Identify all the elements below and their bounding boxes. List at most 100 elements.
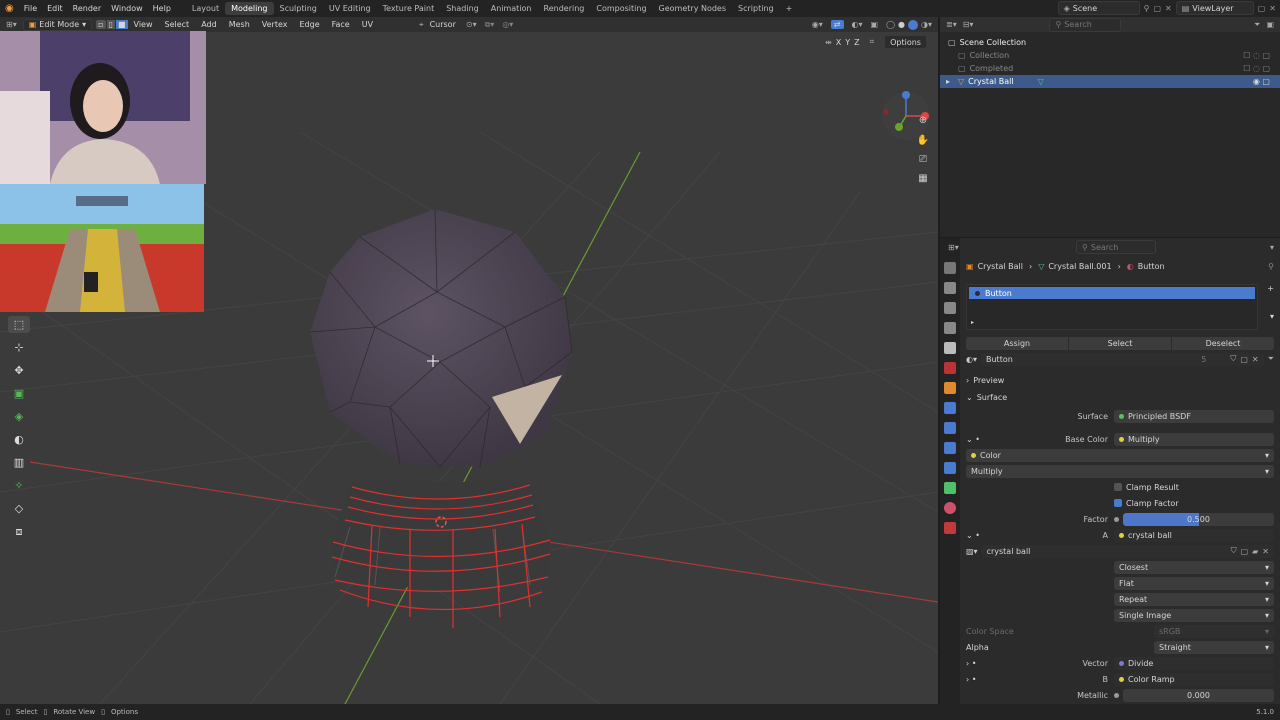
select-button[interactable]: Select [1069, 336, 1171, 350]
filter-icon[interactable]: ⏷ [1254, 20, 1260, 30]
fake-user-icon[interactable]: ⛉ [1231, 546, 1237, 556]
material-shading-icon[interactable] [908, 19, 918, 30]
dropdown-icon[interactable]: ▾ [1270, 243, 1274, 252]
extrude-icon[interactable]: ▣ [8, 385, 30, 402]
blend-mode-dropdown[interactable]: Multiply ▾ [966, 464, 1274, 478]
collection-row[interactable]: ▢ Collection ☐ ◌ ▢ [940, 49, 1280, 62]
perspective-grid-icon[interactable]: ▦ [915, 170, 931, 186]
mirror-x-toggle[interactable]: X [836, 38, 841, 47]
pivot-point-icon[interactable]: ⊙▾ [466, 20, 477, 29]
menu-window[interactable]: Window [106, 4, 148, 13]
scene-collection-row[interactable]: ▢ Scene Collection [940, 36, 1280, 49]
tab-texture-paint[interactable]: Texture Paint [377, 2, 441, 15]
close-layer-icon[interactable]: ✕ [1269, 4, 1276, 13]
vertex-select-icon[interactable]: ▫ [96, 20, 106, 29]
material-tab-icon[interactable] [944, 502, 956, 514]
tool-tab-icon[interactable] [944, 262, 956, 274]
edge-select-icon[interactable]: ▯ [106, 20, 115, 29]
display-mode-icon[interactable]: ⊟▾ [963, 20, 974, 29]
add-slot-icon[interactable]: + [1267, 284, 1274, 293]
menu-uv[interactable]: UV [356, 20, 379, 29]
output-tab-icon[interactable] [944, 302, 956, 314]
tab-compositing[interactable]: Compositing [590, 2, 652, 15]
mirror-z-toggle[interactable]: Z [854, 38, 859, 47]
material-browse-icon[interactable]: ◐▾ [966, 355, 977, 364]
scene-tab-icon[interactable] [944, 342, 956, 354]
select-box-icon[interactable]: ⬚ [8, 316, 30, 333]
copy-scene-icon[interactable]: ▢ [1153, 4, 1161, 13]
crystal-ball-row[interactable]: ▸ ▽ Crystal Ball ▽ ◉ ▢ [940, 75, 1280, 88]
expand-arrow-icon[interactable]: ▸ [946, 77, 950, 86]
tab-animation[interactable]: Animation [485, 2, 538, 15]
menu-file[interactable]: File [19, 4, 42, 13]
tab-modeling[interactable]: Modeling [225, 2, 274, 15]
expand-arrow-icon[interactable]: › • [966, 659, 976, 668]
camera-view-icon[interactable]: ⎚ [915, 151, 931, 167]
menu-help[interactable]: Help [148, 4, 176, 13]
deselect-button[interactable]: Deselect [1172, 336, 1274, 350]
menu-vertex[interactable]: Vertex [256, 20, 294, 29]
alpha-dropdown[interactable]: Straight ▾ [1154, 640, 1274, 654]
copy-layer-icon[interactable]: ▢ [1258, 4, 1266, 13]
modifier-tab-icon[interactable] [944, 402, 956, 414]
extension-dropdown[interactable]: Repeat ▾ [1114, 592, 1274, 606]
tab-layout[interactable]: Layout [186, 2, 225, 15]
render-tab-icon[interactable] [944, 282, 956, 294]
xray-icon[interactable]: ▣ [871, 20, 879, 29]
menu-select[interactable]: Select [159, 20, 196, 29]
duplicate-icon[interactable]: ▢ [1240, 355, 1248, 364]
cursor-tool-icon[interactable]: ⊹ [8, 339, 30, 356]
face-select-icon[interactable]: ■ [115, 20, 128, 29]
material-name-field[interactable]: Button 5 ⛉ ▢ ✕ [981, 352, 1264, 366]
surface-shader-field[interactable]: Principled BSDF [1114, 409, 1274, 423]
metallic-slider[interactable]: 0.000 [1123, 688, 1274, 702]
wireframe-shading-icon[interactable]: ◯ [886, 20, 895, 29]
options-button[interactable]: Options [884, 35, 927, 49]
collapse-arrow-icon[interactable]: ⌄ • [966, 531, 980, 540]
pin-icon[interactable]: ⚲ [1268, 262, 1274, 271]
menu-edit[interactable]: Edit [42, 4, 68, 13]
view-layer-tab-icon[interactable] [944, 322, 956, 334]
assign-button[interactable]: Assign [966, 336, 1068, 350]
pivot-selector[interactable]: Cursor [424, 20, 462, 29]
scene-selector[interactable]: ◈ Scene [1057, 1, 1140, 15]
slot-menu-icon[interactable]: ▾ [1270, 312, 1274, 321]
rendered-shading-icon[interactable]: ◑▾ [921, 20, 932, 29]
color-type-dropdown[interactable]: Color ▾ [966, 448, 1274, 462]
filter-icon[interactable]: ⏷ [1268, 354, 1274, 364]
overlays-icon[interactable]: ◐▾ [852, 20, 863, 29]
move-tool-icon[interactable]: ✥ [8, 362, 30, 379]
gizmo-toggle-icon[interactable]: ⇄ [830, 20, 844, 29]
image-browse-icon[interactable]: ▨▾ [966, 547, 978, 556]
menu-face[interactable]: Face [326, 20, 356, 29]
view-layer-selector[interactable]: ▤ ViewLayer [1175, 1, 1254, 15]
snap-icon[interactable]: ⧉▾ [485, 20, 495, 30]
collapse-arrow-icon[interactable]: ⌄ • [966, 435, 980, 444]
duplicate-icon[interactable]: ▢ [1241, 547, 1249, 556]
pan-hand-icon[interactable]: ✋ [915, 132, 931, 148]
unlink-icon[interactable]: ✕ [1252, 355, 1259, 364]
add-workspace-icon[interactable]: + [780, 2, 799, 15]
projection-dropdown[interactable]: Flat ▾ [1114, 576, 1274, 590]
physics-tab-icon[interactable] [944, 442, 956, 454]
preview-panel-header[interactable]: › Preview [966, 373, 1274, 387]
outliner-search[interactable]: ⚲ Search [1049, 17, 1122, 32]
base-color-field[interactable]: Multiply [1114, 432, 1274, 446]
auto-merge-icon[interactable]: ⌗ [870, 37, 875, 47]
source-dropdown[interactable]: Single Image ▾ [1114, 608, 1274, 622]
close-scene-icon[interactable]: ✕ [1165, 4, 1172, 13]
blender-logo-icon[interactable]: ◉ [0, 3, 19, 14]
expand-arrow-icon[interactable]: › • [966, 675, 976, 684]
solid-shading-icon[interactable]: ● [898, 20, 905, 29]
menu-mesh[interactable]: Mesh [223, 20, 256, 29]
surface-panel-header[interactable]: ⌄ Surface [966, 390, 1274, 404]
mirror-y-toggle[interactable]: Y [845, 38, 850, 47]
visibility-toggle-icon[interactable]: ◉ ▢ [1253, 77, 1270, 86]
b-input-field[interactable]: Color Ramp [1114, 672, 1274, 686]
material-slot-row[interactable]: Button [969, 287, 1255, 299]
constraints-tab-icon[interactable] [944, 462, 956, 474]
tab-geometry-nodes[interactable]: Geometry Nodes [653, 2, 732, 15]
completed-row[interactable]: ▢ Completed ☐ ◌ ▢ [940, 62, 1280, 75]
inset-icon[interactable]: ◈ [8, 408, 30, 425]
vector-input-field[interactable]: Divide [1114, 656, 1274, 670]
